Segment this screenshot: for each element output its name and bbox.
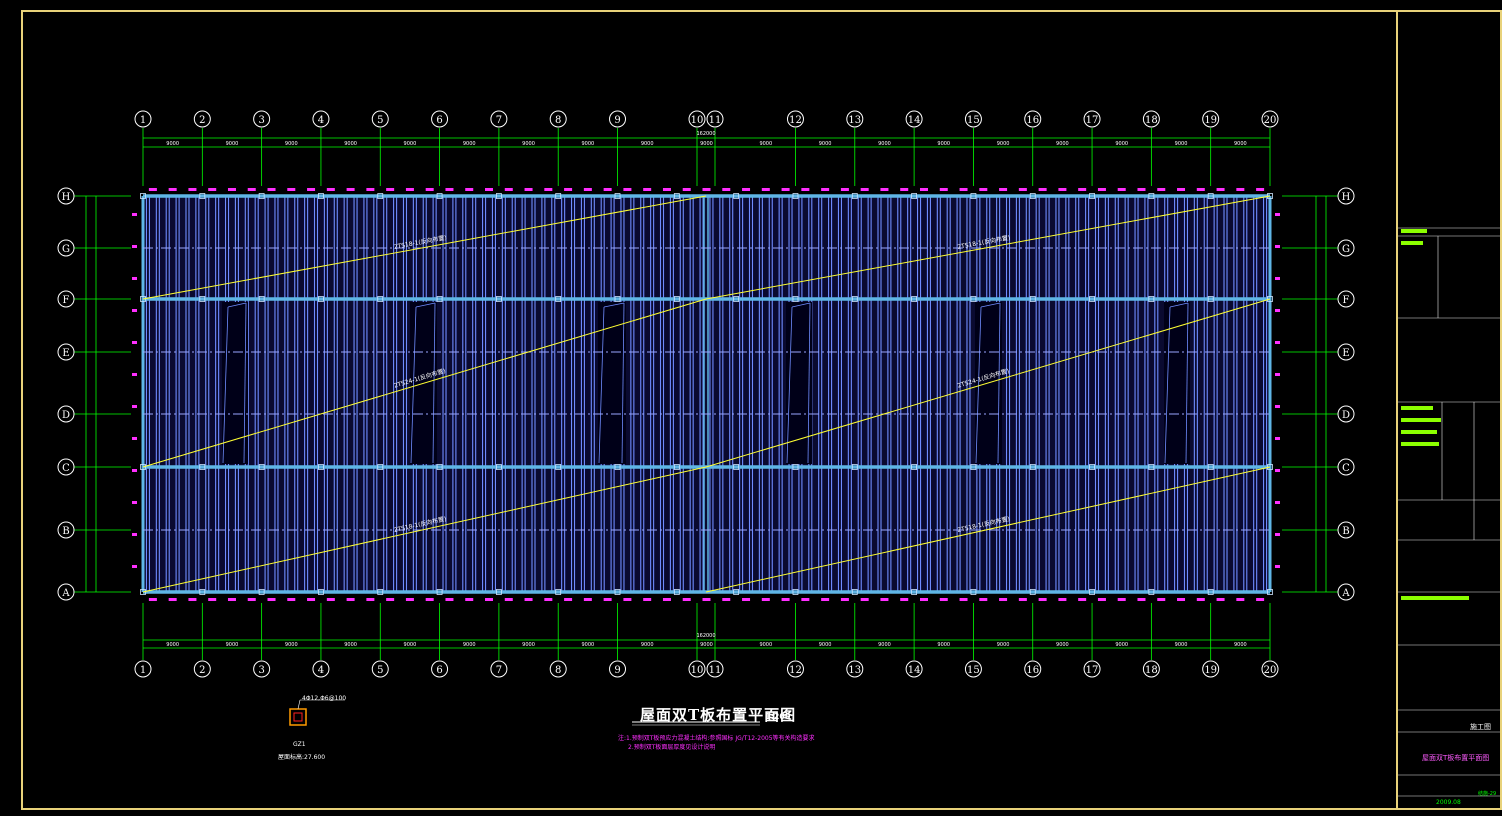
detail-bottom-label: GZ1 — [293, 741, 306, 748]
detail-top-label: 4Φ12,Φ6@100 — [302, 695, 347, 702]
tb-sheet-no: 结施-29 — [1478, 791, 1497, 797]
tb-drawing-name: 屋面双T板布置平面图 — [1422, 754, 1490, 762]
note-2: 2.预制双T板面层厚度见设计说明 — [628, 744, 716, 751]
tb-bar-6 — [1401, 442, 1439, 446]
tb-stage: 施工图 — [1470, 723, 1491, 731]
outer-frame — [21, 10, 1398, 810]
tb-bar-5 — [1401, 430, 1437, 434]
tb-bar-1 — [1401, 229, 1427, 233]
tb-bar-7 — [1401, 596, 1469, 600]
note-1: 注:1.预制双T板预应力混凝土结构:参照国标 JG/T12-2005等有关构造要… — [618, 735, 815, 742]
title-block-frame — [1396, 10, 1502, 810]
tb-bar-3 — [1401, 406, 1433, 410]
tb-date: 2009.08 — [1436, 799, 1461, 806]
drawing-scale: 1:200 — [765, 712, 791, 721]
detail-elev-label: 屋面标高:27.600 — [278, 754, 326, 761]
tb-bar-4 — [1401, 418, 1441, 422]
tb-bar-2 — [1401, 241, 1423, 245]
